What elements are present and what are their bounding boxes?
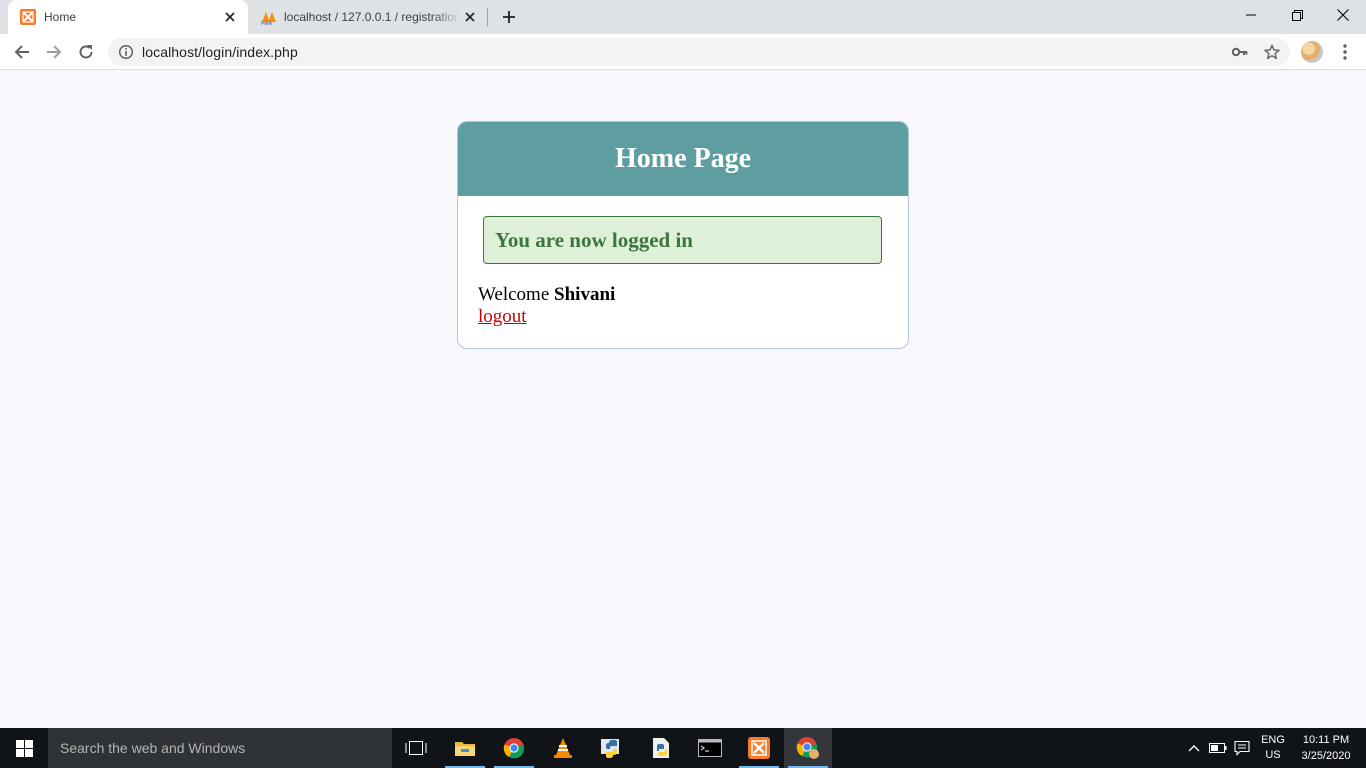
address-bar[interactable]: localhost/login/index.php (108, 38, 1290, 66)
reload-button[interactable] (72, 38, 100, 66)
tab-home[interactable]: Home (8, 0, 248, 34)
xampp-icon[interactable] (735, 728, 783, 768)
svg-text:PMA: PMA (261, 21, 273, 25)
success-alert: You are now logged in (483, 216, 882, 264)
url-text[interactable]: localhost/login/index.php (142, 44, 298, 60)
taskbar: Search the web and Windows ENG US 10:11 … (0, 728, 1366, 768)
forward-button[interactable] (40, 38, 68, 66)
python-idle-icon[interactable] (637, 728, 685, 768)
show-hidden-icons-chevron-icon[interactable] (1184, 728, 1204, 768)
python-icon[interactable] (588, 728, 636, 768)
back-arrow-icon (14, 45, 29, 59)
more-menu-icon[interactable] (1334, 38, 1356, 66)
xampp-icon (20, 9, 36, 25)
language-code: ENG (1261, 734, 1285, 746)
taskbar-search-box[interactable]: Search the web and Windows (48, 728, 392, 768)
clock[interactable]: 10:11 PM 3/25/2020 (1294, 728, 1358, 768)
logout-link[interactable]: logout (478, 306, 527, 328)
search-placeholder: Search the web and Windows (60, 740, 246, 756)
close-tab-icon[interactable] (460, 7, 480, 27)
tab-phpmyadmin[interactable]: PMA localhost / 127.0.0.1 / registration (248, 0, 488, 34)
card-header: Home Page (458, 122, 908, 196)
forward-arrow-icon (47, 45, 62, 59)
reload-icon (79, 45, 93, 59)
clock-time: 10:11 PM (1302, 734, 1350, 746)
tab-title: Home (44, 10, 77, 24)
profile-avatar[interactable] (1301, 41, 1323, 63)
language-indicator[interactable]: ENG US (1256, 728, 1290, 768)
minimize-button[interactable] (1228, 0, 1274, 30)
tab-strip: Home PMA localhost / 127.0.0.1 / registr… (0, 0, 1366, 34)
restore-button[interactable] (1274, 0, 1320, 30)
chrome-active-icon[interactable] (784, 728, 832, 768)
browser-toolbar: localhost/login/index.php (0, 34, 1366, 70)
command-prompt-icon[interactable] (686, 728, 734, 768)
chrome-icon[interactable] (490, 728, 538, 768)
back-button[interactable] (8, 38, 36, 66)
bookmark-star-icon[interactable] (1260, 38, 1284, 66)
close-tab-icon[interactable] (220, 7, 240, 27)
task-view-icon[interactable] (392, 728, 440, 768)
close-window-button[interactable] (1320, 0, 1366, 30)
welcome-prefix: Welcome (478, 284, 550, 305)
phpmyadmin-icon: PMA (260, 9, 276, 27)
site-info-icon[interactable] (118, 44, 134, 60)
tab-title: localhost / 127.0.0.1 / registration (284, 10, 460, 24)
windows-logo-icon (15, 739, 33, 757)
page-title: Home Page (614, 143, 752, 174)
key-icon[interactable] (1228, 38, 1252, 66)
start-button[interactable] (0, 728, 48, 768)
welcome-message: Welcome Shivani (478, 284, 615, 306)
language-region: US (1265, 749, 1281, 761)
file-explorer-icon[interactable] (441, 728, 489, 768)
clock-date: 3/25/2020 (1301, 750, 1351, 762)
username: Shivani (554, 284, 616, 305)
alert-message: You are now logged in (495, 227, 693, 252)
new-tab-button[interactable] (498, 6, 520, 28)
action-center-icon[interactable] (1230, 728, 1254, 768)
vlc-icon[interactable] (539, 728, 587, 768)
home-card: Home Page You are now logged in Welcome … (457, 121, 909, 349)
tab-separator (487, 8, 488, 26)
battery-icon[interactable] (1206, 728, 1230, 768)
